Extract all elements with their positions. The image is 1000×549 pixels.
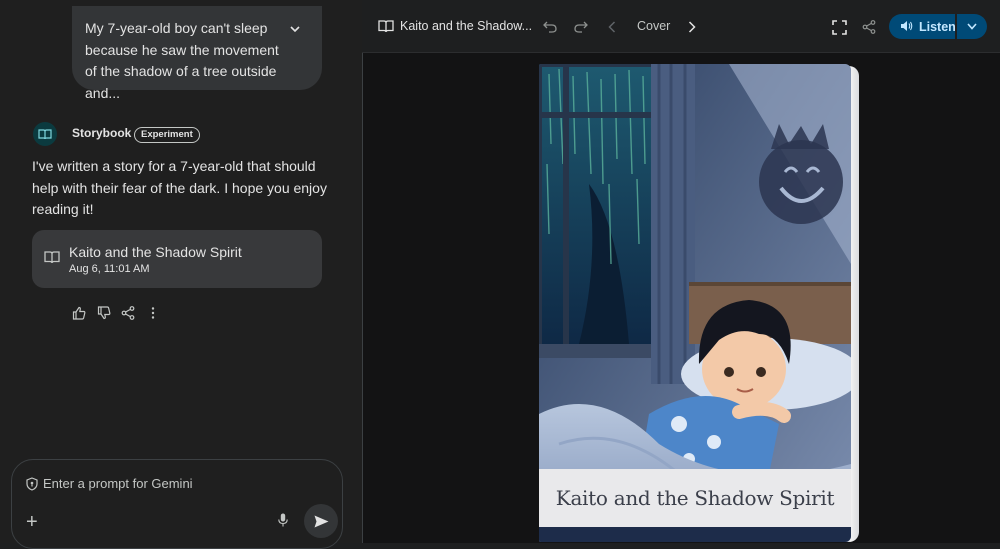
prompt-input[interactable]: Enter a prompt for Gemini xyxy=(43,476,193,491)
response-text: I've written a story for a 7-year-old th… xyxy=(32,158,327,217)
redo-icon[interactable] xyxy=(573,19,589,35)
prompt-input-box[interactable]: Enter a prompt for Gemini + xyxy=(11,459,343,549)
more-vert-icon[interactable] xyxy=(145,305,161,321)
page-label: Cover xyxy=(637,19,671,33)
thumb-down-icon[interactable] xyxy=(96,305,112,321)
share-icon[interactable] xyxy=(861,19,877,35)
story-card-date: Aug 6, 11:01 AM xyxy=(69,263,150,275)
share-icon[interactable] xyxy=(120,305,136,321)
viewer-title: Kaito and the Shadow... xyxy=(400,19,533,33)
thumb-up-icon[interactable] xyxy=(71,305,87,321)
listen-label: Listen xyxy=(919,19,956,34)
story-card[interactable]: Kaito and the Shadow Spirit Aug 6, 11:01… xyxy=(32,230,322,288)
listen-button[interactable]: Listen xyxy=(889,14,956,39)
user-message-bubble[interactable]: My 7-year-old boy can't sleep because he… xyxy=(72,6,322,101)
next-page-icon[interactable] xyxy=(684,19,700,35)
experiment-badge: Experiment xyxy=(134,127,200,143)
undo-icon[interactable] xyxy=(542,19,558,35)
chevron-down-icon[interactable] xyxy=(288,22,302,36)
user-message-text: My 7-year-old boy can't sleep because he… xyxy=(85,20,279,101)
story-card-title: Kaito and the Shadow Spirit xyxy=(69,244,242,260)
cover-illustration: Kaito and the Shadow Spirit xyxy=(539,64,851,542)
cover-bottom-strip xyxy=(539,527,851,542)
book-cover[interactable]: Kaito and the Shadow Spirit xyxy=(539,64,859,542)
chevron-down-icon xyxy=(967,23,977,30)
storybook-avatar xyxy=(33,122,57,146)
cover-title: Kaito and the Shadow Spirit xyxy=(555,486,835,510)
listen-options-button[interactable] xyxy=(957,14,987,39)
speaker-icon xyxy=(901,21,913,31)
previous-page-icon[interactable] xyxy=(604,19,620,35)
book-icon xyxy=(44,251,60,264)
add-icon[interactable]: + xyxy=(26,512,38,532)
book-icon xyxy=(378,20,394,33)
cover-title-band: Kaito and the Shadow Spirit xyxy=(539,469,851,527)
shield-icon xyxy=(26,477,38,491)
send-icon xyxy=(314,515,328,527)
agent-name: Storybook xyxy=(72,126,132,140)
open-book-icon xyxy=(38,129,52,140)
send-button[interactable] xyxy=(304,504,338,538)
microphone-icon[interactable] xyxy=(278,513,288,527)
fullscreen-icon[interactable] xyxy=(831,19,847,35)
